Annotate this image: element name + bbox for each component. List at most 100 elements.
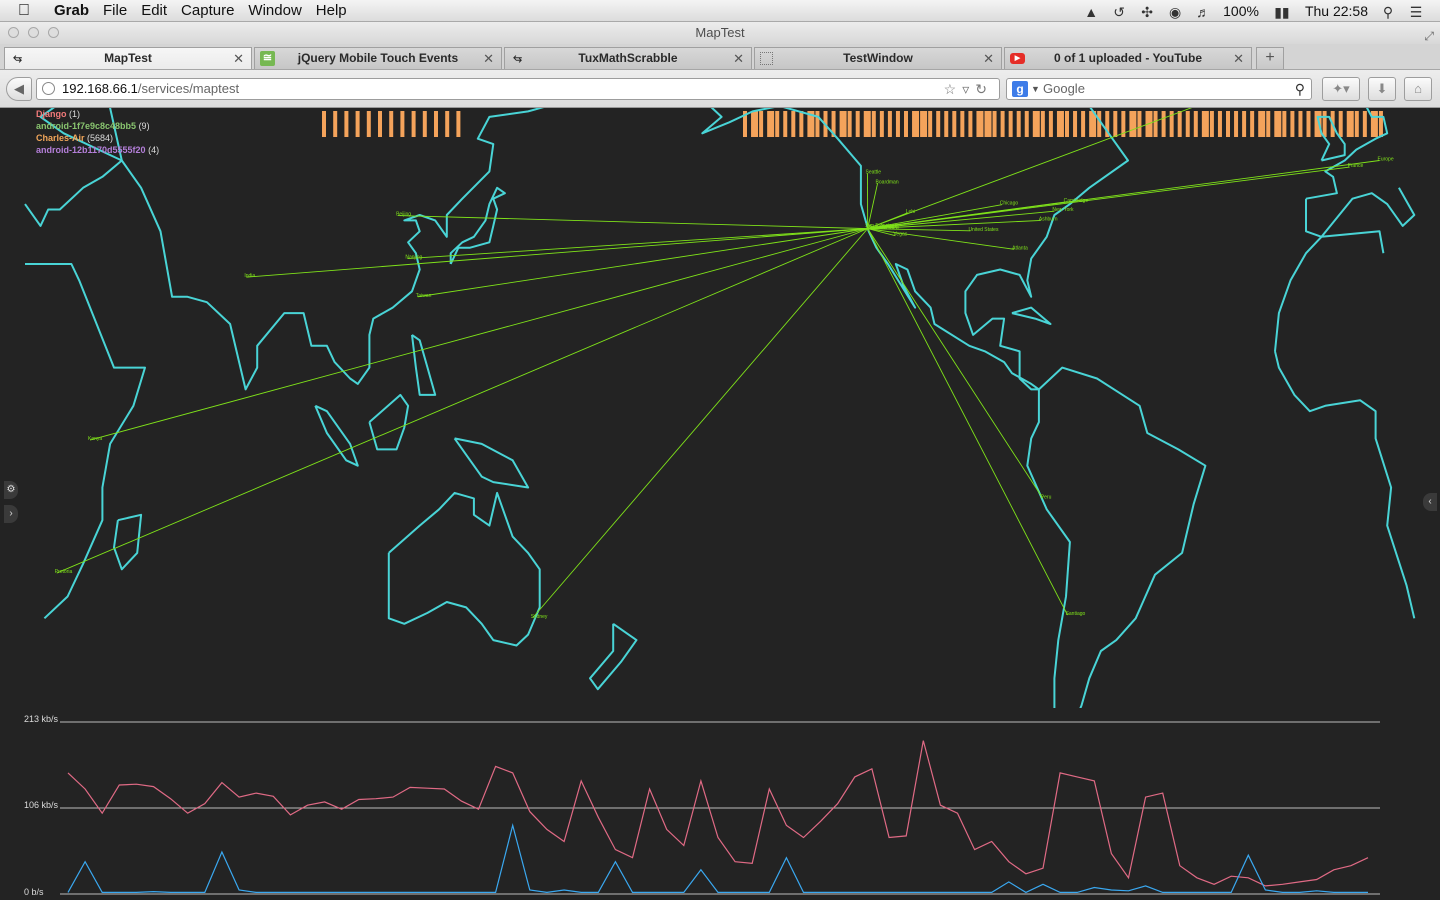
city-label[interactable]: New York xyxy=(1052,207,1074,213)
tab-close-icon[interactable]: ✕ xyxy=(983,48,994,69)
connection-lines xyxy=(56,108,1380,619)
download-icon: ⬇ xyxy=(1376,81,1388,96)
tab-close-icon[interactable]: ✕ xyxy=(1233,48,1244,69)
bluetooth-icon[interactable]: ✣ xyxy=(1139,4,1155,20)
collapse-panel-icon[interactable]: ‹ xyxy=(1423,493,1437,511)
hub-label[interactable]: San Carlos xyxy=(870,225,895,231)
coastline xyxy=(411,334,437,396)
legend-item[interactable]: Django (1) xyxy=(36,108,159,120)
search-engine-dropdown-icon[interactable]: ▼ xyxy=(1031,79,1040,99)
url-text[interactable]: 192.168.66.1/services/maptest xyxy=(62,79,239,99)
back-button[interactable]: ◀ xyxy=(6,77,32,101)
settings-gear-icon[interactable]: ⚙ xyxy=(4,481,18,499)
city-label[interactable]: Cambridge xyxy=(1064,198,1089,204)
city-label[interactable]: Seattle xyxy=(865,170,881,176)
clock[interactable]: Thu 22:58 xyxy=(1305,3,1368,19)
menu-app[interactable]: Grab xyxy=(54,2,89,19)
home-button[interactable]: ⌂ xyxy=(1404,77,1432,101)
coastline xyxy=(368,393,410,451)
youtube-icon: ▶ xyxy=(1010,53,1025,64)
tab-tuxmathscrabble[interactable]: ⥃ TuxMathScrabble ✕ xyxy=(504,47,752,69)
legend-item[interactable]: Charles-Air (5684) xyxy=(36,132,159,144)
coastline xyxy=(113,513,143,571)
city-label[interactable]: Boardman xyxy=(876,179,899,185)
tab-close-icon[interactable]: ✕ xyxy=(483,48,494,69)
coastline xyxy=(1026,366,1207,708)
coastline xyxy=(24,108,1416,238)
menu-help[interactable]: Help xyxy=(316,2,347,19)
connection-line xyxy=(867,183,879,229)
tab-jquery-mobile[interactable]: ≅ jQuery Mobile Touch Events ✕ xyxy=(254,47,502,69)
city-label[interactable]: Santiago xyxy=(1066,611,1086,617)
city-label[interactable]: Atlanta xyxy=(1012,245,1028,251)
city-label[interactable]: Peru xyxy=(1041,494,1052,500)
city-label[interactable]: Chicago xyxy=(1000,201,1019,207)
zoom-window-button[interactable] xyxy=(48,27,59,38)
tab-youtube[interactable]: ▶ 0 of 1 uploaded - YouTube ✕ xyxy=(1004,47,1252,69)
notification-icon[interactable]: ▲ xyxy=(1083,4,1099,20)
bookmarks-button[interactable]: ✦▾ xyxy=(1322,77,1360,101)
legend-item[interactable]: android-12b1170d5555f20 (4) xyxy=(36,144,159,156)
connection-line xyxy=(56,228,868,574)
apple-icon[interactable]:  xyxy=(18,2,40,20)
connection-line xyxy=(532,228,868,619)
city-label[interactable]: Taiwan xyxy=(416,293,432,299)
city-label[interactable]: Beijing xyxy=(396,212,411,218)
menu-file[interactable]: File xyxy=(103,2,127,19)
city-label[interactable]: Kenya xyxy=(88,436,102,442)
reload-icon[interactable]: ↻ xyxy=(975,81,993,97)
tab-label: TestWindow xyxy=(843,51,913,65)
coastline xyxy=(453,437,530,489)
wifi-icon[interactable]: ◉ xyxy=(1167,4,1183,20)
volume-icon[interactable]: ♬ xyxy=(1195,4,1211,20)
tab-testwindow[interactable]: TestWindow ✕ xyxy=(754,47,1002,69)
menu-window[interactable]: Window xyxy=(248,2,301,19)
city-label[interactable]: France xyxy=(1348,163,1364,169)
coastline xyxy=(701,108,1129,391)
tab-close-icon[interactable]: ✕ xyxy=(233,48,244,69)
menu-capture[interactable]: Capture xyxy=(181,2,234,19)
city-label[interactable]: Nanjing xyxy=(405,255,422,261)
expand-panel-icon[interactable]: › xyxy=(4,505,18,523)
tab-favicon-icon xyxy=(760,52,773,65)
coastline xyxy=(314,404,359,467)
connection-line xyxy=(867,228,1044,499)
new-tab-button[interactable]: + xyxy=(1256,47,1284,69)
spotlight-icon[interactable]: ⚲ xyxy=(1380,4,1396,20)
tab-maptest[interactable]: ⥃ MapTest ✕ xyxy=(4,47,252,69)
search-icon[interactable]: ⚲ xyxy=(1295,79,1305,99)
minimize-window-button[interactable] xyxy=(28,27,39,38)
city-label[interactable]: India xyxy=(244,273,255,279)
coastline xyxy=(1011,306,1052,325)
battery-percent[interactable]: 100% xyxy=(1223,3,1259,19)
downloads-button[interactable]: ⬇ xyxy=(1368,77,1396,101)
home-icon: ⌂ xyxy=(1414,81,1422,96)
legend-name: Django xyxy=(36,109,67,119)
city-label[interactable]: United States xyxy=(968,227,999,233)
tab-close-icon[interactable]: ✕ xyxy=(733,48,744,69)
tab-label: 0 of 1 uploaded - YouTube xyxy=(1053,51,1202,65)
coastline xyxy=(589,622,638,691)
bookmark-star-icon[interactable]: ☆ xyxy=(944,81,963,97)
throughput-series-line xyxy=(67,740,1369,887)
world-map[interactable]: BeijingTaiwanNanjingIndiaSydneyIcelandFr… xyxy=(0,108,1440,708)
map-page: BeijingTaiwanNanjingIndiaSydneyIcelandFr… xyxy=(0,108,1440,900)
notification-center-icon[interactable]: ☰ xyxy=(1408,4,1424,20)
legend-item[interactable]: android-1f7e9c8c48bb5 (9) xyxy=(36,120,159,132)
connection-line xyxy=(246,228,868,278)
city-label[interactable]: Ashburn xyxy=(1039,216,1058,222)
battery-icon[interactable]: ▮▮ xyxy=(1271,4,1293,20)
close-window-button[interactable] xyxy=(8,27,19,38)
city-label[interactable]: Vegas xyxy=(893,232,907,238)
city-label[interactable]: Europe xyxy=(1378,157,1394,163)
history-dropdown-icon[interactable]: ▿ xyxy=(962,81,975,97)
search-bar[interactable]: g ▼ Google ⚲ xyxy=(1006,78,1312,100)
city-label[interactable]: Lehi xyxy=(906,209,915,215)
google-icon[interactable]: g xyxy=(1012,81,1028,97)
url-bar[interactable]: 192.168.66.1/services/maptest ☆▿↻ xyxy=(36,78,1000,100)
y-label-zero: 0 b/s xyxy=(24,887,44,897)
city-label[interactable]: Sydney xyxy=(531,614,548,620)
city-label[interactable]: Pretoria xyxy=(55,569,73,575)
menu-edit[interactable]: Edit xyxy=(141,2,167,19)
time-machine-icon[interactable]: ↺ xyxy=(1111,4,1127,20)
